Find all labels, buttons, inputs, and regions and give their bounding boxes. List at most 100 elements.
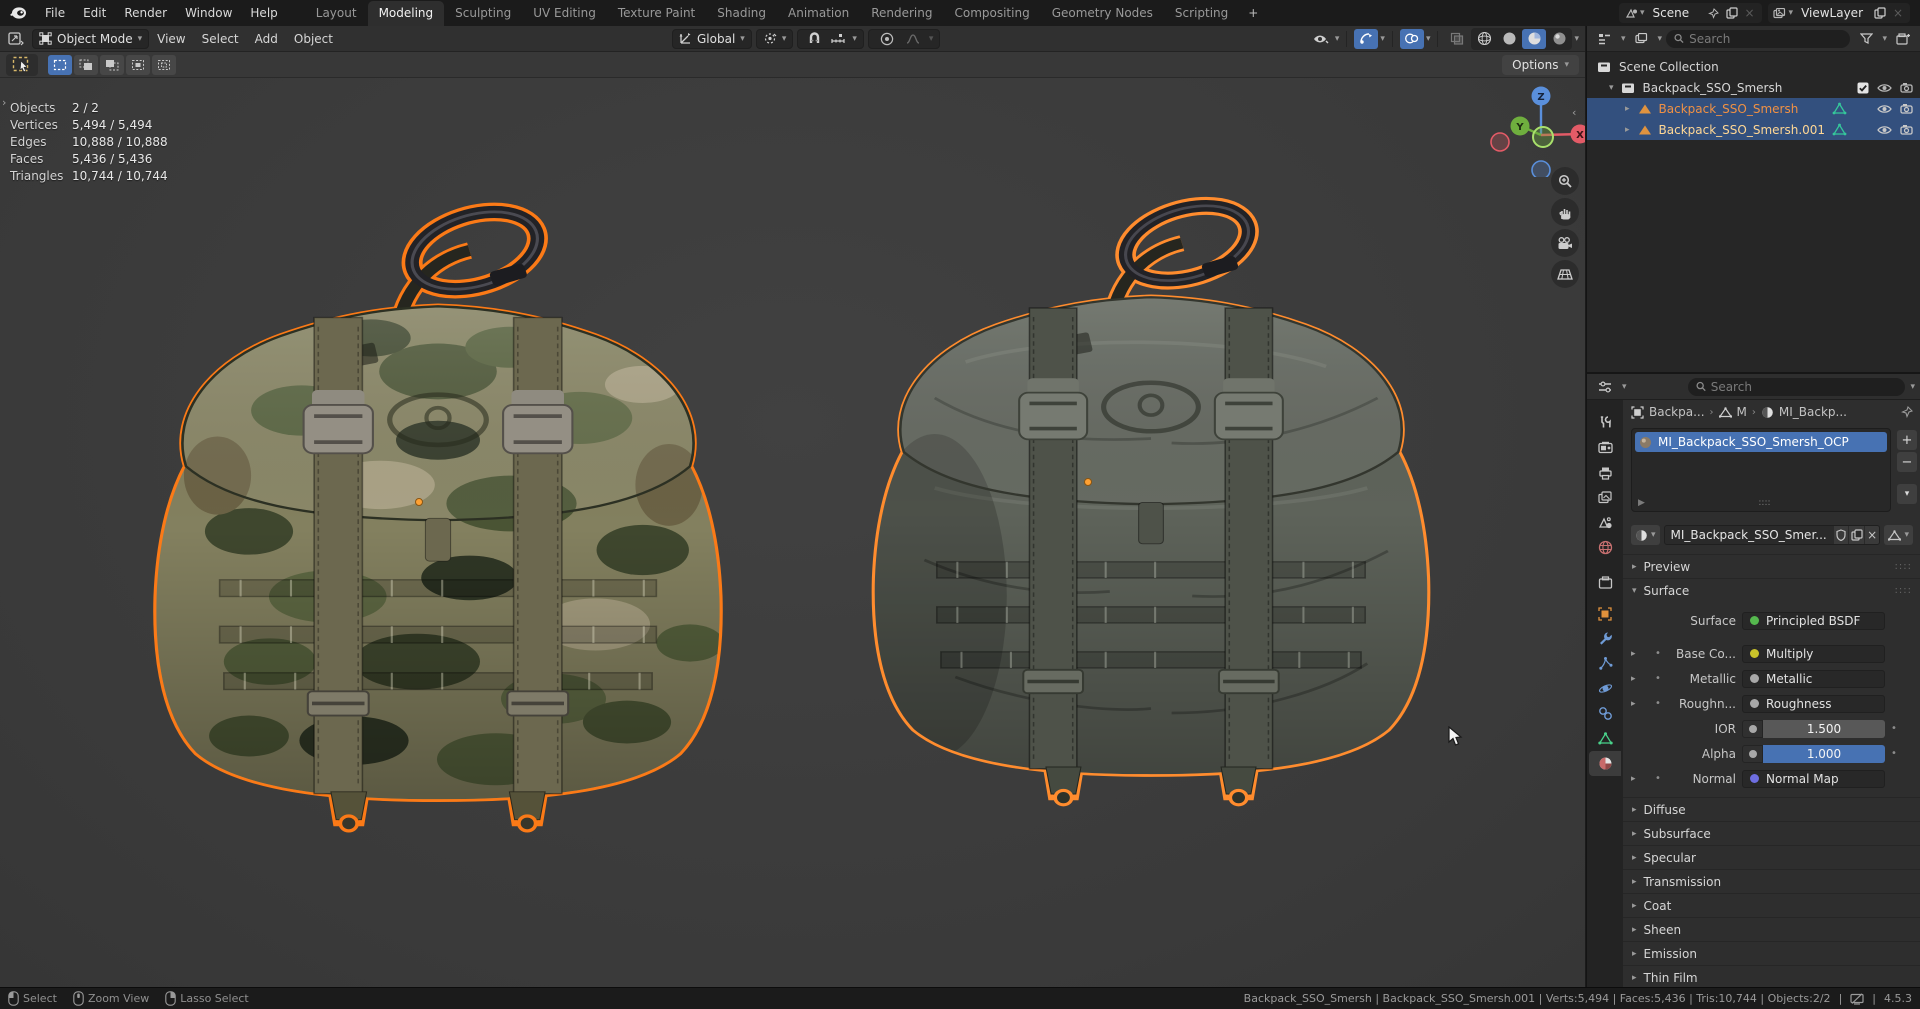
tab-object[interactable] [1589,601,1621,626]
base-color-value-button[interactable]: Multiply [1742,645,1885,663]
tab-particles[interactable] [1589,651,1621,676]
tab-sculpting[interactable]: Sculpting [444,1,522,26]
tab-layout[interactable]: Layout [305,1,368,26]
3d-viewport-canvas[interactable] [0,78,1585,987]
xray-toggle[interactable] [1445,29,1469,49]
tab-material[interactable] [1589,751,1621,776]
alpha-value-slider[interactable]: 1.000 [1763,745,1885,763]
hide-eye-icon[interactable] [1877,83,1892,93]
pan-view-button[interactable] [1551,198,1579,226]
decorator-dot[interactable]: • [1891,748,1897,759]
snap-chevron[interactable]: ▾ [852,34,857,44]
viewport-menu-add[interactable]: Add [247,32,286,46]
gizmo-negative-y[interactable] [1533,127,1553,147]
material-specials-menu-button[interactable]: ▾ [1897,484,1917,504]
link-material-target-button[interactable]: ▾ [1884,525,1913,545]
browse-material-button[interactable]: ▾ [1631,525,1660,545]
duplicate-material-icon[interactable] [1848,526,1864,544]
gizmo-negative-z[interactable] [1532,161,1550,177]
object-name[interactable]: Backpack_SSO_Smersh.001 [1659,123,1826,137]
panel-drag-grip[interactable]: :::: [1895,561,1912,572]
pivot-point-dropdown[interactable]: ▾ [756,29,794,49]
gizmo-x-label[interactable]: X [1576,130,1584,141]
visibility-chevron[interactable]: ▾ [1335,34,1340,44]
material-slot-item[interactable]: MI_Backpack_SSO_Smersh_OCP [1635,432,1887,452]
new-viewlayer-icon[interactable] [1871,5,1889,21]
active-tool-select-box-button[interactable] [6,54,38,76]
panel-emission[interactable]: ▸Emission [1623,941,1920,965]
tab-animation[interactable]: Animation [777,1,860,26]
show-overlays-toggle[interactable] [1400,29,1424,49]
decorator-dot[interactable]: • [1891,723,1897,734]
gizmo-chevron[interactable]: ▾ [1380,34,1385,44]
properties-search-input[interactable] [1711,380,1898,394]
backpack-object-right[interactable] [842,192,1460,805]
material-name-field[interactable]: MI_Backpack_SSO_Smer... × [1664,525,1881,545]
panel-subsurface[interactable]: ▸Subsurface [1623,821,1920,845]
panel-thin-film[interactable]: ▸Thin Film [1623,965,1920,989]
scene-browse-icon[interactable] [1622,5,1640,21]
shading-wireframe-button[interactable] [1472,29,1496,49]
pin-id-icon[interactable] [1901,406,1913,418]
display-mode-chevron[interactable]: ▾ [1621,34,1626,44]
editor-type-icon[interactable] [4,29,28,49]
tab-scene[interactable] [1589,510,1621,535]
outliner-search-input[interactable] [1689,32,1842,46]
gizmo-z-label[interactable]: Z [1537,92,1544,103]
transform-orientation-dropdown[interactable]: Global ▾ [672,29,752,49]
tab-compositing[interactable]: Compositing [943,1,1040,26]
ior-value-slider[interactable]: 1.500 [1763,720,1885,738]
surface-shader-button[interactable]: Principled BSDF [1742,612,1885,630]
shading-material-preview-button[interactable] [1522,29,1546,49]
breadcrumb-material[interactable]: MI_Backp... [1779,405,1847,419]
breadcrumb-object[interactable]: Backpa... [1649,405,1705,419]
filter-type-chevron[interactable]: ▾ [1658,34,1663,44]
object-expand-chevron[interactable]: ▸ [1625,125,1630,135]
viewport-menu-object[interactable]: Object [286,32,341,46]
tab-texture-paint[interactable]: Texture Paint [607,1,706,26]
tab-shading[interactable]: Shading [706,1,777,26]
outliner-row-collection[interactable]: ▾ Backpack_SSO_Smersh [1587,77,1920,98]
panel-transmission[interactable]: ▸Transmission [1623,869,1920,893]
new-scene-icon[interactable] [1723,5,1741,21]
tab-physics[interactable] [1589,676,1621,701]
mode-dropdown[interactable]: Object Mode ▾ [32,29,149,49]
editor-type-chevron[interactable]: ▾ [1622,382,1627,392]
object-expand-chevron[interactable]: ▸ [1625,104,1630,114]
object-name[interactable]: Backpack_SSO_Smersh [1659,102,1799,116]
gizmo-y-label[interactable]: Y [1515,122,1524,133]
navigation-gizmo[interactable]: Z X Y [1490,82,1585,177]
panel-drag-grip[interactable]: :::: [1895,585,1912,596]
add-workspace-button[interactable]: + [1239,1,1267,26]
viewlayer-name[interactable]: ViewLayer [1793,6,1871,20]
tool-options-button[interactable]: Options ▾ [1502,55,1579,75]
tab-modifiers[interactable] [1589,626,1621,651]
viewport-menu-view[interactable]: View [149,32,193,46]
tab-render[interactable] [1589,435,1621,460]
panel-diffuse[interactable]: ▸Diffuse [1623,797,1920,821]
material-slot-list[interactable]: MI_Backpack_SSO_Smersh_OCP ▶ :::: [1631,428,1891,512]
snap-magnet-icon[interactable] [804,29,824,49]
menu-edit[interactable]: Edit [74,0,115,26]
outliner-row-object-1[interactable]: ▸ Backpack_SSO_Smersh [1587,98,1920,119]
tab-constraints[interactable] [1589,701,1621,726]
ior-socket-button[interactable] [1742,720,1763,738]
panel-specular[interactable]: ▸Specular [1623,845,1920,869]
camera-view-button[interactable] [1551,229,1579,257]
tab-object-data[interactable] [1589,726,1621,751]
render-visibility-camera-icon[interactable] [1900,124,1913,135]
backpack-object-left[interactable] [123,198,753,831]
blender-logo-icon[interactable] [0,0,36,26]
menu-render[interactable]: Render [115,0,176,26]
metallic-value-button[interactable]: Metallic [1742,670,1885,688]
exclude-checkbox[interactable] [1857,82,1869,94]
proportional-edit-icon[interactable] [875,29,899,49]
slot-list-expand-icon[interactable]: ▶ [1638,498,1645,508]
shading-rendered-button[interactable] [1547,29,1571,49]
toolbar-expand-chevron[interactable]: › [2,96,6,109]
collection-expand-chevron[interactable]: ▾ [1609,83,1614,93]
hide-eye-icon[interactable] [1877,125,1892,135]
outliner-filter-type-icon[interactable] [1630,29,1654,49]
3d-viewport[interactable]: › ‹ Objects2 / 2 Vertices5,494 / 5,494 E… [0,78,1585,987]
menu-help[interactable]: Help [241,0,286,26]
